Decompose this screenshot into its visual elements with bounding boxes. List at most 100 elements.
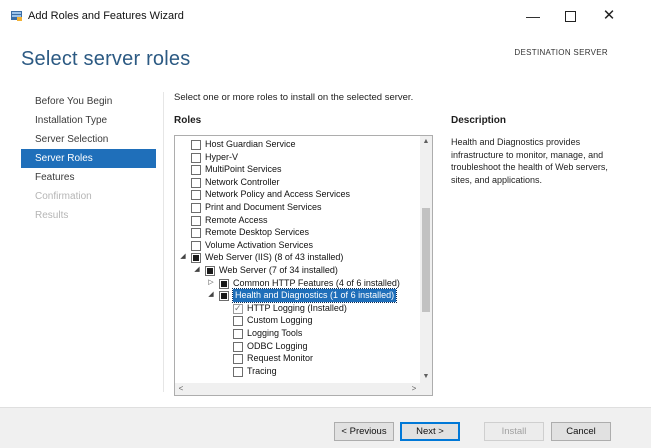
scrollbar-corner bbox=[420, 383, 432, 395]
role-tree-row[interactable]: Request Monitor bbox=[175, 352, 419, 365]
role-tree-row[interactable]: Remote Desktop Services bbox=[175, 226, 419, 239]
role-label[interactable]: Network Controller bbox=[205, 176, 280, 189]
role-tree-row[interactable]: Remote Access bbox=[175, 214, 419, 227]
scroll-up-icon[interactable]: ▲ bbox=[420, 136, 432, 148]
role-label[interactable]: ODBC Logging bbox=[247, 340, 308, 353]
role-checkbox[interactable] bbox=[191, 228, 201, 239]
vertical-scrollbar[interactable]: ▲ ▼ bbox=[420, 136, 432, 383]
nav-item-server-roles[interactable]: Server Roles bbox=[21, 149, 156, 168]
minimize-button[interactable]: — bbox=[519, 4, 547, 28]
nav-item-installation-type[interactable]: Installation Type bbox=[21, 111, 156, 130]
role-label[interactable]: Volume Activation Services bbox=[205, 239, 313, 252]
window-title: Add Roles and Features Wizard bbox=[28, 10, 184, 22]
role-tree-row[interactable]: Custom Logging bbox=[175, 314, 419, 327]
role-tree-row[interactable]: MultiPoint Services bbox=[175, 163, 419, 176]
nav-item-results: Results bbox=[35, 210, 69, 221]
role-checkbox[interactable] bbox=[219, 278, 229, 289]
description-text: Health and Diagnostics provides infrastr… bbox=[451, 137, 608, 185]
maximize-button[interactable] bbox=[556, 4, 584, 28]
role-label[interactable]: Remote Access bbox=[205, 214, 268, 227]
cancel-button[interactable]: Cancel bbox=[551, 422, 611, 441]
collapse-icon[interactable]: ◢ bbox=[179, 251, 187, 264]
role-checkbox[interactable] bbox=[233, 328, 243, 339]
role-tree-row[interactable]: ◢ Web Server (IIS) (8 of 43 installed) bbox=[175, 251, 419, 264]
role-tree-row[interactable]: Network Policy and Access Services bbox=[175, 188, 419, 201]
collapse-icon[interactable]: ◢ bbox=[193, 264, 201, 277]
instruction-text: Select one or more roles to install on t… bbox=[174, 92, 414, 103]
next-button[interactable]: Next > bbox=[400, 422, 460, 441]
install-button: Install bbox=[484, 422, 544, 441]
description-heading: Description bbox=[451, 115, 507, 126]
role-checkbox[interactable] bbox=[191, 140, 201, 150]
role-tree-row[interactable]: ◢ Health and Diagnostics (1 of 6 installe… bbox=[175, 288, 419, 303]
nav-item-confirmation: Confirmation bbox=[35, 191, 92, 202]
role-checkbox[interactable] bbox=[233, 341, 243, 352]
close-icon: ✕ bbox=[602, 7, 616, 24]
role-label[interactable]: Custom Logging bbox=[247, 314, 313, 327]
roles-tree-items: Host Guardian Service Hyper-V MultiPoint S… bbox=[175, 138, 419, 377]
role-label[interactable]: Health and Diagnostics (1 of 6 installed… bbox=[231, 288, 398, 303]
role-tree-row[interactable]: Tracing bbox=[175, 365, 419, 378]
nav-item-before-you-begin[interactable]: Before You Begin bbox=[21, 92, 156, 111]
role-checkbox[interactable] bbox=[191, 202, 201, 213]
role-tree-row[interactable]: ODBC Logging bbox=[175, 340, 419, 353]
role-label[interactable]: Hyper-V bbox=[205, 151, 238, 164]
role-tree-row[interactable]: ◢ Web Server (7 of 34 installed) bbox=[175, 264, 419, 277]
wizard-steps-nav: Before You Begin Installation Type Serve… bbox=[21, 92, 156, 225]
role-tree-row[interactable]: HTTP Logging (Installed) bbox=[175, 302, 419, 315]
role-checkbox[interactable] bbox=[233, 366, 243, 377]
role-checkbox[interactable] bbox=[191, 215, 201, 226]
role-tree-row[interactable]: ▷ Common HTTP Features (4 of 6 installed) bbox=[175, 277, 419, 290]
role-label[interactable]: Web Server (IIS) (8 of 43 installed) bbox=[205, 251, 343, 264]
title-bar: Add Roles and Features Wizard — ✕ bbox=[0, 0, 651, 32]
role-label[interactable]: MultiPoint Services bbox=[205, 163, 282, 176]
role-label[interactable]: Common HTTP Features (4 of 6 installed) bbox=[233, 277, 400, 290]
role-checkbox[interactable] bbox=[191, 177, 201, 188]
role-tree-row[interactable]: Volume Activation Services bbox=[175, 239, 419, 252]
close-button[interactable]: ✕ bbox=[595, 4, 623, 28]
role-tree-row[interactable]: Logging Tools bbox=[175, 327, 419, 340]
role-label[interactable]: Remote Desktop Services bbox=[205, 226, 309, 239]
nav-item-server-selection[interactable]: Server Selection bbox=[21, 130, 156, 149]
role-label[interactable]: Network Policy and Access Services bbox=[205, 188, 350, 201]
collapse-icon[interactable]: ◢ bbox=[207, 289, 215, 302]
role-label[interactable]: Request Monitor bbox=[247, 352, 313, 365]
role-label[interactable]: Host Guardian Service bbox=[205, 138, 296, 151]
role-tree-row[interactable]: Network Controller bbox=[175, 176, 419, 189]
roles-heading: Roles bbox=[174, 115, 202, 126]
scroll-left-icon[interactable]: < bbox=[175, 383, 187, 395]
server-manager-icon bbox=[11, 11, 22, 21]
role-tree-row[interactable]: Hyper-V bbox=[175, 151, 419, 164]
roles-tree-list[interactable]: Host Guardian Service Hyper-V MultiPoint S… bbox=[174, 135, 433, 396]
role-checkbox[interactable] bbox=[233, 354, 243, 365]
maximize-icon bbox=[564, 10, 576, 22]
horizontal-scrollbar[interactable]: < > bbox=[175, 383, 420, 395]
page-title: Select server roles bbox=[21, 48, 191, 70]
role-checkbox[interactable] bbox=[219, 291, 229, 302]
role-checkbox[interactable] bbox=[233, 316, 243, 327]
destination-server-label: DESTINATION SERVER bbox=[514, 48, 608, 57]
scroll-right-icon[interactable]: > bbox=[408, 383, 420, 395]
role-label[interactable]: Tracing bbox=[247, 365, 277, 378]
role-checkbox[interactable] bbox=[205, 265, 215, 276]
role-label[interactable]: Print and Document Services bbox=[205, 201, 322, 214]
role-tree-row[interactable]: Host Guardian Service bbox=[175, 138, 419, 151]
role-checkbox[interactable] bbox=[191, 190, 201, 201]
role-label[interactable]: Web Server (7 of 34 installed) bbox=[219, 264, 338, 277]
minimize-icon: — bbox=[526, 8, 540, 24]
role-checkbox bbox=[233, 302, 243, 314]
vertical-scroll-thumb[interactable] bbox=[422, 208, 430, 312]
wizard-footer: < Previous Next > Install Cancel bbox=[0, 407, 651, 448]
role-checkbox[interactable] bbox=[191, 253, 201, 264]
expand-icon[interactable]: ▷ bbox=[207, 277, 215, 290]
scroll-down-icon[interactable]: ▼ bbox=[420, 371, 432, 383]
role-label[interactable]: Logging Tools bbox=[247, 327, 302, 340]
role-label[interactable]: HTTP Logging (Installed) bbox=[247, 302, 347, 315]
nav-item-features[interactable]: Features bbox=[21, 168, 156, 187]
role-checkbox[interactable] bbox=[191, 152, 201, 163]
role-checkbox[interactable] bbox=[191, 165, 201, 176]
nav-divider bbox=[163, 92, 164, 392]
role-tree-row[interactable]: Print and Document Services bbox=[175, 201, 419, 214]
role-checkbox[interactable] bbox=[191, 240, 201, 251]
previous-button[interactable]: < Previous bbox=[334, 422, 394, 441]
